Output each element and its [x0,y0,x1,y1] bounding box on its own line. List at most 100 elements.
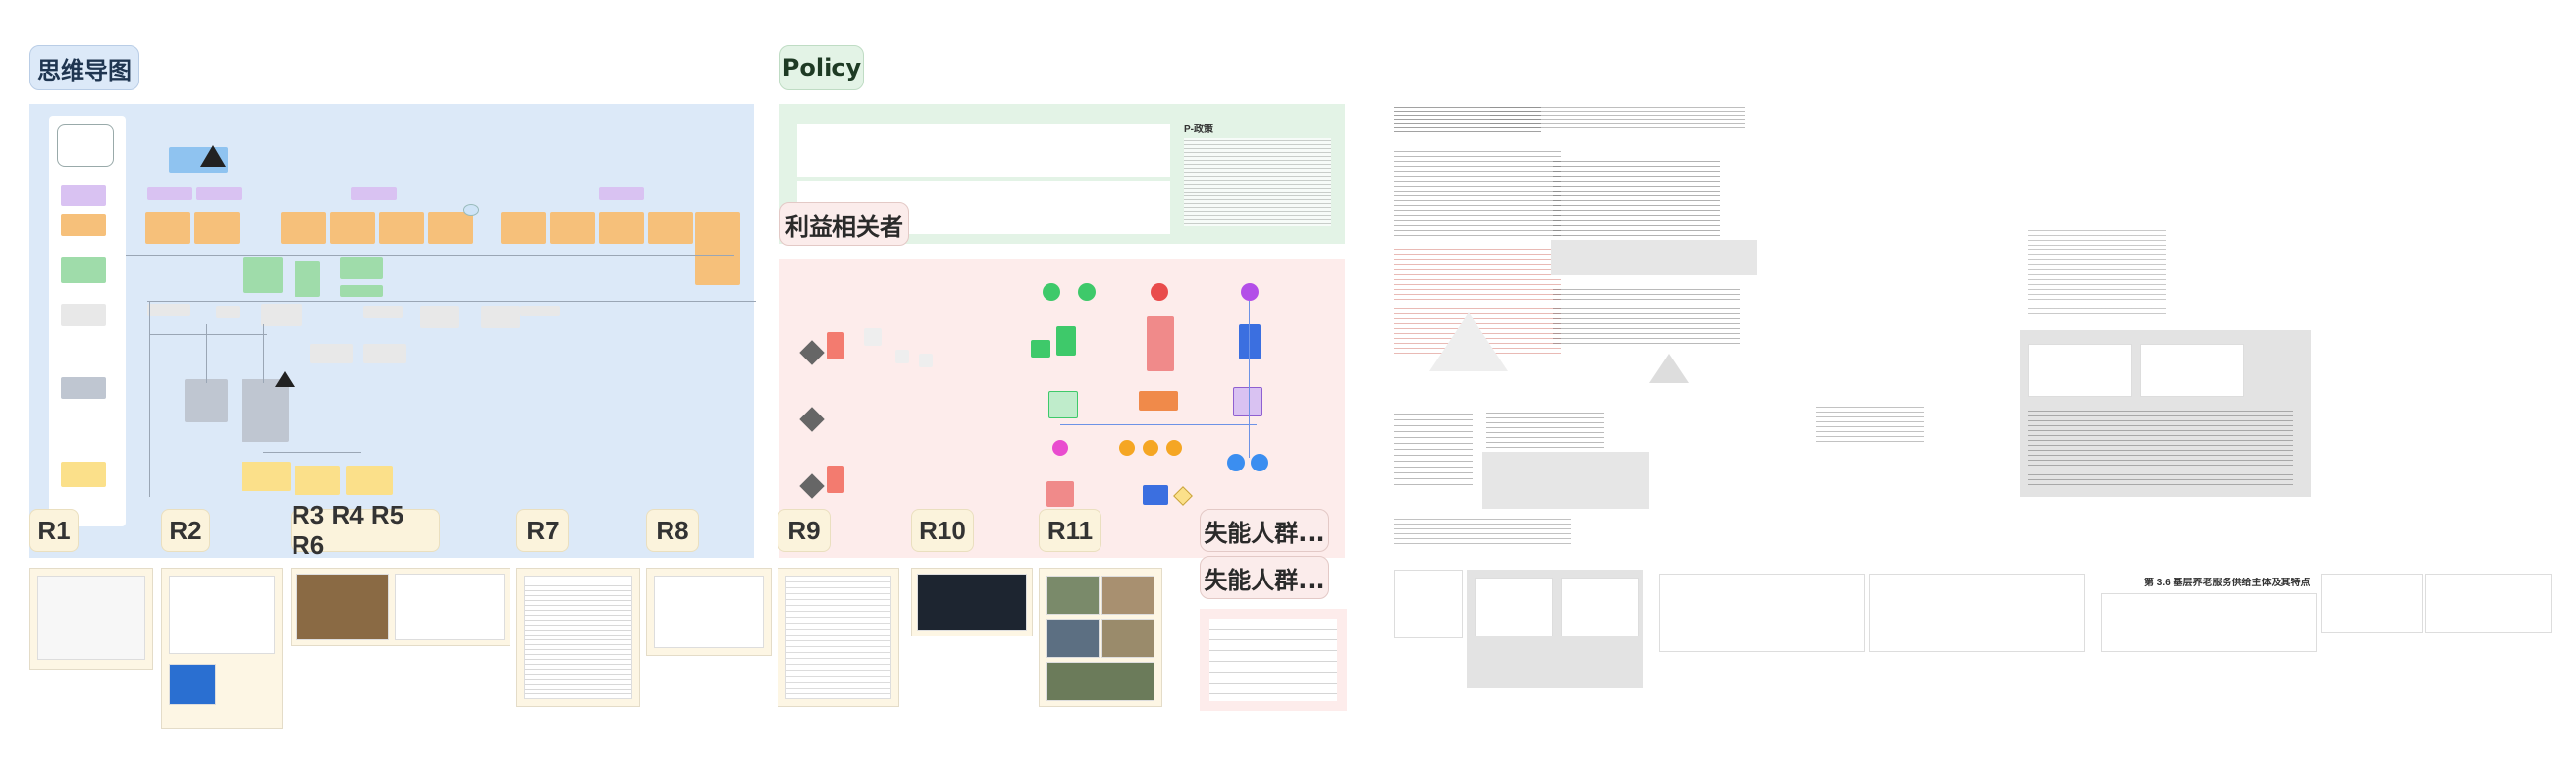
card-chart [654,576,764,648]
tag-r8[interactable]: R8 [646,509,699,552]
notes-document-page[interactable] [2101,593,2317,652]
mindmap-bubble [463,204,479,216]
stakeholder-node[interactable] [919,354,933,367]
mindmap-node[interactable] [61,185,106,206]
flow-node-green[interactable] [1056,326,1076,356]
tag-r7[interactable]: R7 [516,509,569,552]
mindmap-node[interactable] [61,304,106,326]
notes-text-block [1553,285,1740,344]
flow-circle-orange[interactable] [1143,440,1158,456]
tag-r10[interactable]: R10 [911,509,974,552]
mindmap-node[interactable] [261,304,302,326]
mindmap-node[interactable] [281,212,326,244]
mindmap-node[interactable] [61,462,106,487]
notes-document-page[interactable] [2321,574,2423,633]
tag-r3-r6[interactable]: R3 R4 R5 R6 [291,500,440,560]
flow-circle-pink[interactable] [1052,440,1068,456]
mindmap-node[interactable] [185,379,228,422]
notes-document-page[interactable] [1659,574,1865,652]
policy-frame-label[interactable]: Policy [779,45,864,90]
tag-r1[interactable]: R1 [29,509,79,552]
mindmap-node[interactable] [196,187,242,200]
bar-chart-image [2140,344,2244,397]
mindmap-node[interactable] [295,466,340,495]
mindmap-node[interactable] [550,212,595,244]
notes-document-page[interactable] [1869,574,2085,652]
notes-document-page[interactable] [2425,574,2552,633]
tag-r9[interactable]: R9 [778,509,831,552]
notes-text-block [2028,407,2293,485]
notes-document-page[interactable] [1475,578,1553,636]
mindmap-frame-label[interactable]: 思维导图 [29,45,139,90]
flow-circle-orange[interactable] [1119,440,1135,456]
stakeholder-red-node[interactable] [827,466,844,493]
stakeholder-table [1209,619,1337,701]
mindmap-node[interactable] [242,379,289,442]
mindmap-node[interactable] [330,212,375,244]
mindmap-node[interactable] [61,257,106,283]
connector-line [1060,424,1257,425]
mindmap-node[interactable] [420,306,459,328]
tag-r2[interactable]: R2 [161,509,210,552]
mindmap-node[interactable] [340,257,383,279]
flow-node-blue[interactable] [1143,485,1168,505]
notes-document-page[interactable] [1394,570,1463,638]
mindmap-node[interactable] [61,377,106,399]
flow-circle-red[interactable] [1151,283,1168,301]
mindmap-node[interactable] [242,462,291,491]
mindmap-node[interactable] [145,212,190,244]
mindmap-node[interactable] [61,214,106,236]
flow-node-purple[interactable] [1233,387,1262,416]
mindmap-node[interactable] [648,212,693,244]
card-image [296,574,389,640]
mindmap-node[interactable] [695,212,740,285]
flow-node-orange[interactable] [1139,391,1178,411]
flow-node-red[interactable] [1046,481,1074,507]
mindmap-node[interactable] [599,212,644,244]
mindmap-node[interactable] [481,306,520,328]
warning-triangle-icon [275,371,295,387]
mindmap-node[interactable] [501,212,546,244]
mindmap-node[interactable] [379,212,424,244]
notes-document-page[interactable] [1561,578,1639,636]
flow-node-blue[interactable] [1239,324,1261,359]
flow-circle-purple[interactable] [1241,283,1259,301]
mindmap-node[interactable] [310,344,353,363]
connector-line [147,301,756,302]
disabled-group-frame-label[interactable]: 失能人群... [1200,509,1329,552]
mindmap-node[interactable] [295,261,320,297]
flow-node-green[interactable] [1031,340,1050,358]
mindmap-node[interactable] [346,466,393,495]
mindmap-node[interactable] [599,187,644,200]
mindmap-node[interactable] [216,306,240,318]
flow-circle-blue[interactable] [1251,454,1268,471]
mindmap-node[interactable] [194,212,240,244]
tag-r11[interactable]: R11 [1039,509,1101,552]
disabled-group-frame-label[interactable]: 失能人群... [1200,556,1329,599]
policy-doc-strip [797,124,1170,177]
stakeholder-node[interactable] [895,350,909,363]
notes-text-block [1394,409,1473,487]
mindmap-node[interactable] [147,187,192,200]
flow-start-circle[interactable] [1043,283,1060,301]
mindmap-node[interactable] [351,187,397,200]
mindmap-node[interactable] [363,306,402,318]
stakeholder-node[interactable] [864,328,882,346]
flow-node-green-outline[interactable] [1048,391,1078,418]
stakeholder-red-node[interactable] [827,332,844,359]
flow-node-red[interactable] [1147,316,1174,371]
notes-text-block [1490,104,1745,128]
flow-start-circle[interactable] [1078,283,1096,301]
policy-text-block [1184,138,1331,226]
mindmap-node[interactable] [428,212,473,244]
notes-triangle-diagram [1429,312,1508,371]
card-document [524,576,632,699]
mindmap-node[interactable] [363,344,406,363]
mindmap-node[interactable] [520,306,560,316]
stakeholders-frame-label[interactable]: 利益相关者 [779,202,909,246]
mindmap-node[interactable] [340,285,383,297]
mindmap-node[interactable] [147,304,190,316]
mindmap-node[interactable] [243,257,283,293]
flow-circle-orange[interactable] [1166,440,1182,456]
flow-circle-blue[interactable] [1227,454,1245,471]
